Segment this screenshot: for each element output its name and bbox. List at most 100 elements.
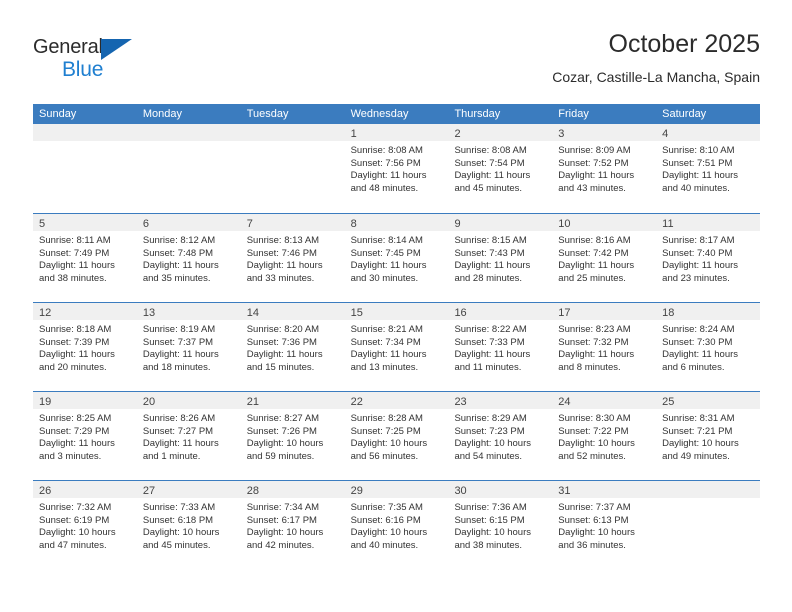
- day-number: 27: [142, 485, 156, 497]
- day-number: 15: [350, 307, 363, 319]
- sunrise-time: Sunrise: 8:29 AM: [454, 413, 527, 424]
- day-number: 13: [142, 307, 156, 319]
- calendar-day-cell[interactable]: 23 Sunrise: 8:29 AM Sunset: 7:23 PM Dayligh…: [448, 392, 553, 480]
- sunrise-time: Sunrise: 7:33 AM: [142, 502, 216, 513]
- day-info: Sunrise: 8:08 AM Sunset: 7:54 PM Daylight:…: [448, 141, 552, 195]
- day-number-band: 9: [448, 214, 553, 231]
- calendar-day-cell[interactable]: 26 Sunrise: 7:32 AM Sunset: 6:19 PM Dayligh…: [33, 481, 137, 569]
- sunset-time: Sunset: 7:54 PM: [454, 157, 525, 169]
- day-number: 26: [39, 485, 52, 497]
- calendar-day-cell[interactable]: 5 Sunrise: 8:11 AM Sunset: 7:49 PM Daylight…: [33, 214, 137, 302]
- sunset-time: Sunset: 7:52 PM: [558, 157, 629, 169]
- sunrise-time: Sunrise: 8:08 AM: [454, 145, 527, 156]
- day-number: 4: [662, 128, 669, 140]
- calendar-day-cell[interactable]: 25 Sunrise: 8:31 AM Sunset: 7:21 PM Dayligh…: [656, 392, 761, 480]
- daylight-line-2: and 40 minutes.: [350, 539, 419, 551]
- calendar-day-cell[interactable]: 13 Sunrise: 8:19 AM Sunset: 7:37 PM Dayligh…: [136, 303, 241, 391]
- calendar-day-cell[interactable]: 21 Sunrise: 8:27 AM Sunset: 7:26 PM Dayligh…: [240, 392, 345, 480]
- daylight-line-2: and 3 minutes.: [39, 450, 102, 462]
- calendar-day-cell[interactable]: 11 Sunrise: 8:17 AM Sunset: 7:40 PM Dayligh…: [656, 214, 761, 302]
- calendar-day-cell[interactable]: 19 Sunrise: 8:25 AM Sunset: 7:29 PM Dayligh…: [33, 392, 137, 480]
- sunrise-time: Sunrise: 7:34 AM: [246, 502, 320, 513]
- calendar-day-cell[interactable]: 17 Sunrise: 8:23 AM Sunset: 7:32 PM Dayligh…: [552, 303, 657, 391]
- calendar-day-cell[interactable]: 15 Sunrise: 8:21 AM Sunset: 7:34 PM Dayligh…: [344, 303, 449, 391]
- calendar-day-cell[interactable]: 14 Sunrise: 8:20 AM Sunset: 7:36 PM Dayligh…: [240, 303, 345, 391]
- calendar-day-cell[interactable]: 10 Sunrise: 8:16 AM Sunset: 7:42 PM Dayligh…: [552, 214, 657, 302]
- sunset-time: Sunset: 7:48 PM: [142, 247, 214, 259]
- calendar-day-cell[interactable]: 31 Sunrise: 7:37 AM Sunset: 6:13 PM Dayligh…: [552, 481, 657, 569]
- calendar-day-cell[interactable]: 7 Sunrise: 8:13 AM Sunset: 7:46 PM Daylight…: [240, 214, 345, 302]
- sunset-time: Sunset: 7:22 PM: [558, 425, 629, 437]
- day-info: Sunrise: 8:25 AM Sunset: 7:29 PM Daylight:…: [33, 409, 137, 463]
- day-info: Sunrise: 7:37 AM Sunset: 6:13 PM Daylight:…: [552, 498, 656, 552]
- daylight-line-1: Daylight: 11 hours: [142, 260, 219, 272]
- sunset-time: Sunset: 7:30 PM: [662, 336, 733, 348]
- calendar-day-cell[interactable]: 20 Sunrise: 8:26 AM Sunset: 7:27 PM Dayligh…: [136, 392, 241, 480]
- calendar-day-cell[interactable]: 9 Sunrise: 8:15 AM Sunset: 7:43 PM Daylight…: [448, 214, 553, 302]
- sunrise-time: Sunrise: 8:19 AM: [142, 324, 216, 335]
- calendar-day-cell[interactable]: 16 Sunrise: 8:22 AM Sunset: 7:33 PM Dayligh…: [448, 303, 553, 391]
- day-number: 23: [454, 396, 467, 408]
- daylight-line-2: and 1 minute.: [142, 450, 201, 462]
- logo-text-blue: Blue: [62, 58, 104, 81]
- daylight-line-2: and 8 minutes.: [558, 361, 621, 373]
- calendar-day-cell-empty[interactable]: [136, 124, 241, 213]
- calendar-day-cell[interactable]: 24 Sunrise: 8:30 AM Sunset: 7:22 PM Dayligh…: [552, 392, 657, 480]
- calendar-day-cell[interactable]: 3 Sunrise: 8:09 AM Sunset: 7:52 PM Daylight…: [552, 124, 657, 213]
- day-number-band: [136, 124, 241, 141]
- sunrise-time: Sunrise: 8:22 AM: [454, 324, 527, 335]
- sunrise-time: Sunrise: 8:28 AM: [350, 413, 423, 424]
- day-number: 2: [454, 128, 461, 140]
- sunrise-time: Sunrise: 8:16 AM: [558, 235, 631, 246]
- day-info: Sunrise: 8:10 AM Sunset: 7:51 PM Daylight:…: [656, 141, 760, 195]
- calendar-day-cell[interactable]: 18 Sunrise: 8:24 AM Sunset: 7:30 PM Dayligh…: [656, 303, 761, 391]
- calendar-day-cell[interactable]: 1 Sunrise: 8:08 AM Sunset: 7:56 PM Daylight…: [344, 124, 449, 213]
- calendar-day-cell-empty[interactable]: [656, 481, 761, 569]
- location-subtitle: Cozar, Castille-La Mancha, Spain: [552, 69, 760, 85]
- calendar-day-cell[interactable]: 27 Sunrise: 7:33 AM Sunset: 6:18 PM Dayligh…: [136, 481, 241, 569]
- sunrise-time: Sunrise: 8:25 AM: [39, 413, 112, 424]
- calendar-day-cell-empty[interactable]: [33, 124, 137, 213]
- calendar-day-cell[interactable]: 2 Sunrise: 8:08 AM Sunset: 7:54 PM Daylight…: [448, 124, 553, 213]
- daylight-line-1: Daylight: 11 hours: [142, 349, 219, 361]
- day-number-band: 14: [240, 303, 345, 320]
- day-number: 3: [558, 128, 565, 140]
- calendar-day-cell-empty[interactable]: [240, 124, 345, 213]
- calendar-day-cell[interactable]: 22 Sunrise: 8:28 AM Sunset: 7:25 PM Dayligh…: [344, 392, 449, 480]
- calendar-day-cell[interactable]: 12 Sunrise: 8:18 AM Sunset: 7:39 PM Dayligh…: [33, 303, 137, 391]
- weekday-header-row: Sunday Monday Tuesday Wednesday Thursday Frid…: [33, 104, 760, 124]
- day-number-band: 27: [136, 481, 241, 498]
- day-info: Sunrise: 8:28 AM Sunset: 7:25 PM Daylight:…: [345, 409, 449, 463]
- sunset-time: Sunset: 7:33 PM: [454, 336, 525, 348]
- day-info: Sunrise: 8:26 AM Sunset: 7:27 PM Daylight:…: [137, 409, 241, 463]
- day-number: 22: [350, 396, 363, 408]
- daylight-line-2: and 15 minutes.: [246, 361, 315, 373]
- title-block: October 2025 Cozar, Castille-La Mancha, …: [552, 28, 760, 88]
- calendar-day-cell[interactable]: 28 Sunrise: 7:34 AM Sunset: 6:17 PM Dayligh…: [240, 481, 345, 569]
- calendar-day-cell[interactable]: 4 Sunrise: 8:10 AM Sunset: 7:51 PM Daylight…: [656, 124, 761, 213]
- day-number-band: 20: [136, 392, 241, 409]
- calendar-day-cell[interactable]: 8 Sunrise: 8:14 AM Sunset: 7:45 PM Daylight…: [344, 214, 449, 302]
- day-number-band: 17: [552, 303, 657, 320]
- logo-text-general: General: [33, 36, 103, 58]
- weekday-header-saturday: Saturday: [662, 108, 707, 120]
- daylight-line-2: and 11 minutes.: [454, 361, 522, 373]
- calendar-day-cell[interactable]: 29 Sunrise: 7:35 AM Sunset: 6:16 PM Dayligh…: [344, 481, 449, 569]
- calendar-week-row: 1 Sunrise: 8:08 AM Sunset: 7:56 PM Daylight…: [33, 124, 761, 213]
- daylight-line-1: Daylight: 10 hours: [662, 438, 739, 450]
- daylight-line-1: Daylight: 10 hours: [246, 438, 324, 450]
- daylight-line-1: Daylight: 10 hours: [558, 527, 635, 539]
- daylight-line-1: Daylight: 10 hours: [39, 527, 116, 539]
- day-number: 6: [142, 218, 149, 230]
- daylight-line-2: and 38 minutes.: [39, 272, 107, 284]
- daylight-line-1: Daylight: 11 hours: [454, 349, 531, 361]
- sunrise-time: Sunrise: 8:13 AM: [246, 235, 320, 246]
- day-info: Sunrise: 8:17 AM Sunset: 7:40 PM Daylight:…: [656, 231, 760, 285]
- calendar-day-cell[interactable]: 6 Sunrise: 8:12 AM Sunset: 7:48 PM Daylight…: [136, 214, 241, 302]
- day-info: Sunrise: 8:12 AM Sunset: 7:48 PM Daylight:…: [137, 231, 241, 285]
- calendar-day-cell[interactable]: 30 Sunrise: 7:36 AM Sunset: 6:15 PM Dayligh…: [448, 481, 553, 569]
- calendar-week-row: 26 Sunrise: 7:32 AM Sunset: 6:19 PM Dayligh…: [33, 480, 761, 569]
- day-number-band: 1: [344, 124, 449, 141]
- day-info: Sunrise: 8:29 AM Sunset: 7:23 PM Daylight:…: [448, 409, 552, 463]
- day-number: 17: [558, 307, 571, 319]
